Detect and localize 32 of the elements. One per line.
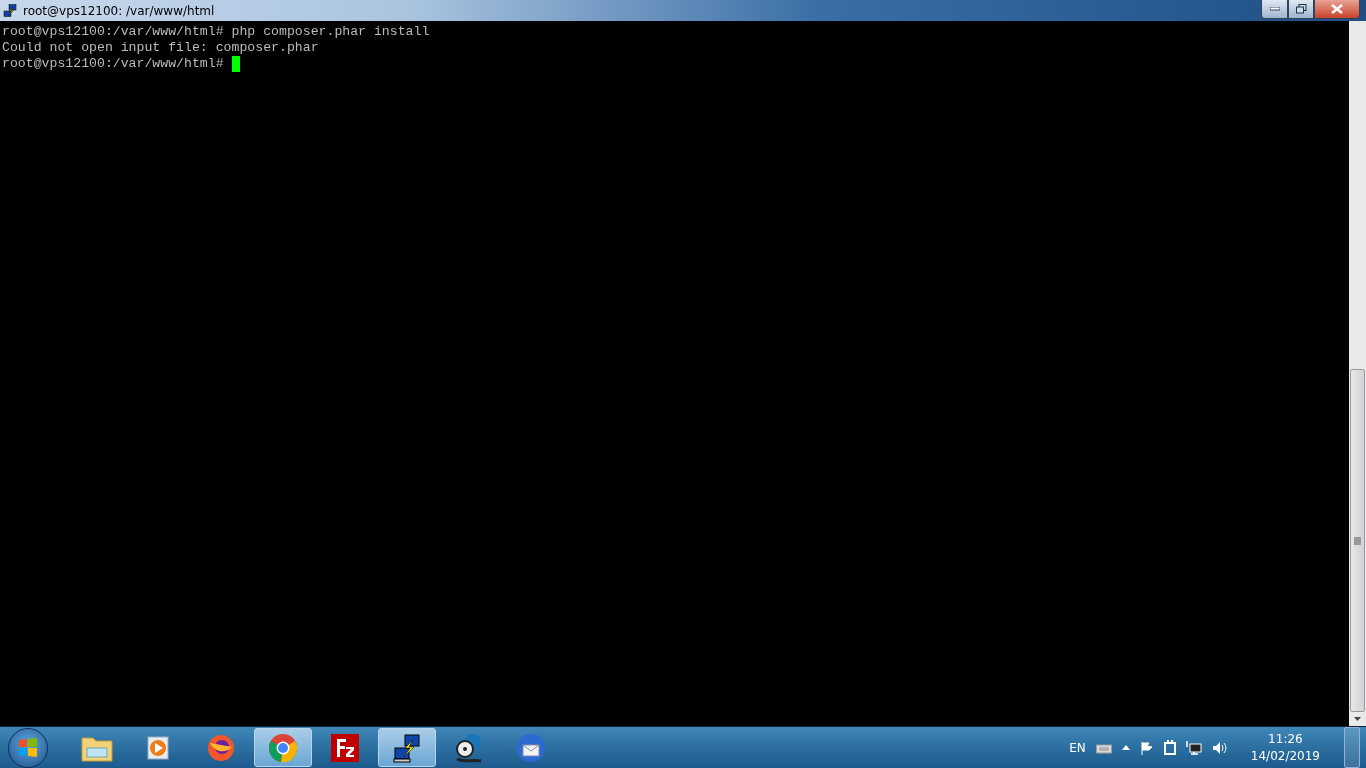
restore-icon bbox=[1295, 4, 1307, 14]
scroll-thumb[interactable] bbox=[1350, 369, 1365, 712]
language-indicator[interactable]: EN bbox=[1069, 740, 1086, 755]
taskbar-app-button[interactable] bbox=[378, 728, 436, 767]
terminals-bolt-icon bbox=[2, 2, 18, 19]
windows-logo-icon bbox=[18, 737, 38, 758]
terminal-line: Could not open input file: composer.phar bbox=[2, 40, 319, 56]
minimize-button[interactable] bbox=[1261, 0, 1288, 19]
scrollbar[interactable] bbox=[1349, 21, 1366, 726]
speaker-icon[interactable] bbox=[1211, 740, 1227, 755]
terminals-bolt-icon bbox=[391, 731, 423, 764]
minimize-icon bbox=[1269, 7, 1280, 11]
clock[interactable]: 11:26 14/02/2019 bbox=[1250, 730, 1320, 765]
chrome-icon bbox=[268, 732, 298, 763]
clock-time: 11:26 bbox=[1268, 730, 1303, 748]
start-button[interactable] bbox=[8, 727, 48, 768]
window-title: root@vps12100: /var/www/html bbox=[23, 3, 215, 18]
close-button[interactable] bbox=[1314, 0, 1360, 19]
terminal-line: root@vps12100:/var/www/html# bbox=[2, 56, 224, 72]
power-plug-icon[interactable] bbox=[1163, 740, 1176, 755]
restore-button[interactable] bbox=[1288, 0, 1314, 19]
grip-icon bbox=[1354, 536, 1361, 545]
bird-envelope-icon bbox=[515, 731, 547, 764]
flag-icon[interactable] bbox=[1139, 740, 1154, 755]
caret-up-icon[interactable] bbox=[1121, 745, 1130, 750]
fox-globe-icon bbox=[206, 732, 236, 763]
close-icon bbox=[1331, 4, 1343, 14]
terminal-line: root@vps12100:/var/www/html# php composer.phar install bbox=[2, 24, 430, 40]
keyboard-icon[interactable] bbox=[1095, 741, 1112, 754]
fz-logo-icon bbox=[330, 732, 360, 763]
clock-date: 14/02/2019 bbox=[1250, 747, 1320, 765]
network-icon[interactable] bbox=[1185, 740, 1202, 755]
